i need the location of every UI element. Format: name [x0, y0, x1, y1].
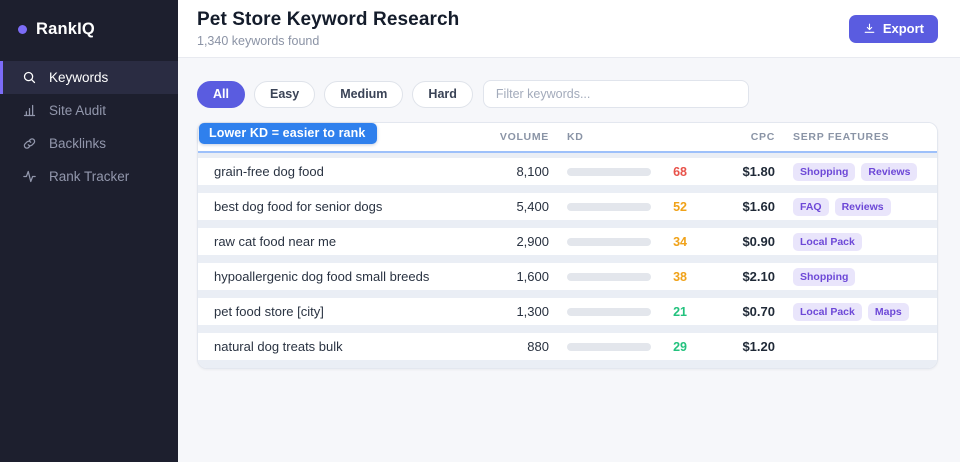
keyword-table-wrap: Lower KD = easier to rank VOLUME KD CPC …: [197, 122, 938, 369]
content: All Easy Medium Hard Lower KD = easier to r…: [178, 58, 960, 462]
kd-bar-track: [567, 342, 651, 351]
volume-cell: 1,600: [516, 269, 549, 284]
cpc-cell: $2.10: [742, 269, 775, 284]
cpc-cell: $0.90: [742, 234, 775, 249]
volume-cell: 880: [527, 339, 549, 354]
kd-value: 29: [673, 339, 687, 354]
table-row[interactable]: pet food store [city] 1,300 21 $0.70 Loc…: [198, 298, 937, 325]
keyword-cell: pet food store [city]: [214, 304, 324, 319]
serp-badge: FAQ: [793, 197, 829, 216]
column-header-serp: SERP FEATURES: [793, 131, 890, 143]
table-body: grain-free dog food 8,100 68 $1.80 Shopp…: [198, 153, 937, 368]
serp-features-cell: Shopping Reviews: [793, 162, 923, 181]
keyword-cell: best dog food for senior dogs: [214, 199, 383, 214]
serp-features-cell: Local Pack Maps: [793, 302, 923, 321]
table-row[interactable]: grain-free dog food 8,100 68 $1.80 Shopp…: [198, 158, 937, 185]
sidebar-nav: Keywords Site Audit Backlinks Rank Track…: [0, 61, 178, 193]
kd-cell: 29: [567, 340, 687, 354]
kd-value: 52: [673, 199, 687, 214]
sidebar-item-label: Site Audit: [49, 103, 107, 118]
keyword-cell: grain-free dog food: [214, 164, 324, 179]
serp-badge: Shopping: [793, 267, 856, 286]
sidebar-item-backlinks[interactable]: Backlinks: [0, 127, 178, 160]
column-header-cpc: CPC: [750, 131, 775, 143]
serp-features-cell: Local Pack: [793, 232, 923, 251]
table-row[interactable]: best dog food for senior dogs 5,400 52 $…: [198, 193, 937, 220]
top-bar: Pet Store Keyword Research 1,340 keyword…: [178, 0, 960, 58]
filter-keywords-input[interactable]: [482, 80, 749, 108]
serp-features-cell: FAQ Reviews: [793, 197, 923, 216]
serp-badge: Reviews: [861, 162, 918, 181]
filter-chip-all[interactable]: All: [197, 80, 245, 108]
keyword-cell: raw cat food near me: [214, 234, 337, 249]
link-icon: [21, 136, 37, 152]
filter-row: All Easy Medium Hard: [197, 80, 938, 108]
table-row[interactable]: hypoallergenic dog food small breeds 1,6…: [198, 263, 937, 290]
brand-dot-icon: [18, 25, 27, 34]
kd-value: 38: [673, 269, 687, 284]
page-title: Pet Store Keyword Research: [197, 9, 460, 30]
cpc-cell: $1.80: [742, 164, 775, 179]
sidebar-item-rank-tracker[interactable]: Rank Tracker: [0, 160, 178, 193]
kd-bar-track: [567, 202, 651, 211]
export-button[interactable]: Export: [848, 14, 938, 43]
keyword-cell: hypoallergenic dog food small breeds: [214, 269, 430, 284]
serp-badge: Local Pack: [793, 302, 862, 321]
kd-bar-track: [567, 272, 651, 281]
volume-cell: 1,300: [516, 304, 549, 319]
table-row[interactable]: raw cat food near me 2,900 34 $0.90 Loca…: [198, 228, 937, 255]
table-row[interactable]: natural dog treats bulk 880 29 $1.20: [198, 333, 937, 360]
volume-cell: 2,900: [516, 234, 549, 249]
keyword-table-card: VOLUME KD CPC SERP FEATURES grain-free d…: [197, 122, 938, 369]
difficulty-chips: All Easy Medium Hard: [197, 80, 473, 108]
download-icon: [863, 22, 876, 35]
serp-badge: Shopping: [793, 162, 856, 181]
filter-chip-hard[interactable]: Hard: [412, 80, 473, 108]
kd-cell: 38: [567, 270, 687, 284]
sidebar-item-label: Backlinks: [49, 136, 107, 151]
sidebar-item-label: Rank Tracker: [49, 169, 130, 184]
sidebar-item-label: Keywords: [49, 70, 109, 85]
kd-bar-track: [567, 307, 651, 316]
kd-cell: 21: [567, 305, 687, 319]
kd-value: 68: [673, 164, 687, 179]
serp-features-cell: Shopping: [793, 267, 923, 286]
bar-chart-icon: [21, 103, 37, 119]
cpc-cell: $1.60: [742, 199, 775, 214]
kd-cell: 34: [567, 235, 687, 249]
search-icon: [21, 70, 37, 86]
kd-cell: 52: [567, 200, 687, 214]
serp-badge: Maps: [867, 302, 909, 321]
volume-cell: 8,100: [516, 164, 549, 179]
kd-value: 34: [673, 234, 687, 249]
kd-bar-track: [567, 237, 651, 246]
cpc-cell: $1.20: [742, 339, 775, 354]
keyword-cell: natural dog treats bulk: [214, 339, 343, 354]
column-header-kd: KD: [567, 131, 584, 143]
column-header-volume: VOLUME: [499, 131, 549, 143]
kd-cell: 68: [567, 165, 687, 179]
sidebar: RankIQ Keywords Site Audit Backlinks Ran…: [0, 0, 178, 462]
main-area: Pet Store Keyword Research 1,340 keyword…: [178, 0, 960, 462]
serp-badge: Local Pack: [793, 232, 862, 251]
volume-cell: 5,400: [516, 199, 549, 214]
kd-value: 21: [673, 304, 687, 319]
brand-logo: RankIQ: [0, 0, 178, 61]
sidebar-item-site-audit[interactable]: Site Audit: [0, 94, 178, 127]
cpc-cell: $0.70: [742, 304, 775, 319]
page-subtitle: 1,340 keywords found: [197, 34, 320, 48]
sidebar-item-keywords[interactable]: Keywords: [0, 61, 178, 94]
kd-tooltip: Lower KD = easier to rank: [199, 123, 378, 144]
brand-name: RankIQ: [36, 20, 95, 38]
export-button-label: Export: [882, 21, 924, 36]
serp-badge: Reviews: [834, 197, 891, 216]
filter-chip-easy[interactable]: Easy: [253, 80, 316, 108]
kd-bar-track: [567, 167, 651, 176]
filter-chip-medium[interactable]: Medium: [324, 80, 404, 108]
activity-icon: [21, 169, 37, 185]
